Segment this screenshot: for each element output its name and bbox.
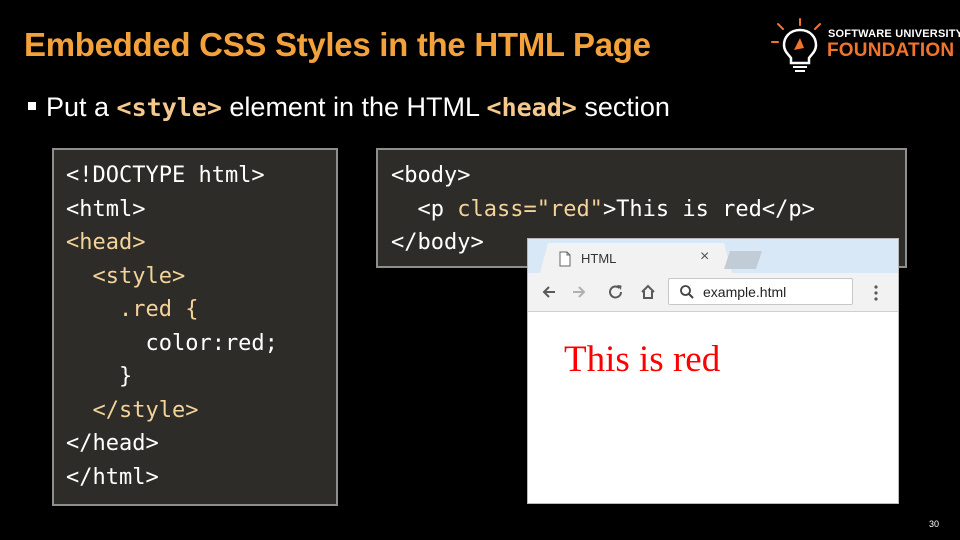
bullet-text-before: Put a <box>46 92 117 122</box>
forward-arrow-icon[interactable] <box>570 283 588 301</box>
code-line: <!DOCTYPE html> <box>66 163 265 188</box>
code-line: <body> <box>391 163 471 188</box>
close-icon[interactable]: × <box>700 248 709 266</box>
code-line: color:red; <box>66 330 278 356</box>
logo-text-bottom: FOUNDATION <box>827 40 955 61</box>
lightbulb-logo-icon <box>771 18 821 72</box>
logo-text-top: SOFTWARE UNIVERSITY <box>828 28 960 40</box>
code-class-attribute: class="red" <box>457 196 603 222</box>
code-line: </style> <box>66 397 199 423</box>
back-arrow-icon[interactable] <box>540 283 558 301</box>
code-segment: >This is red</p> <box>602 196 815 222</box>
code-line: <html> <box>66 196 146 222</box>
browser-toolbar: example.html <box>528 273 898 312</box>
address-text: example.html <box>703 284 787 300</box>
code-line: </html> <box>66 464 159 490</box>
code-segment: <p <box>391 196 458 222</box>
address-bar[interactable]: example.html <box>668 278 853 305</box>
code-line: } <box>66 364 133 389</box>
softuni-foundation-logo: SOFTWARE UNIVERSITY FOUNDATION <box>770 18 960 74</box>
browser-page-content: This is red <box>528 312 898 503</box>
browser-tab[interactable]: HTML × <box>540 243 732 273</box>
bullet-text-middle: element in the HTML <box>221 92 487 122</box>
menu-dots-icon[interactable] <box>873 285 879 301</box>
home-icon[interactable] <box>639 283 657 301</box>
bullet-text-after: section <box>576 92 670 122</box>
slide-page-number: 30 <box>929 519 940 529</box>
search-icon <box>680 285 694 299</box>
new-tab-button[interactable] <box>724 251 762 269</box>
code-line: </head> <box>66 431 159 456</box>
code-line: <head> <box>66 230 146 255</box>
bullet-code-style: <style> <box>116 93 222 122</box>
slide-title: Embedded CSS Styles in the HTML Page <box>24 26 651 63</box>
document-icon <box>559 251 571 267</box>
code-line: <p class="red">This is red</p> <box>391 193 905 227</box>
bullet-code-head: <head> <box>486 93 577 122</box>
rendered-red-text: This is red <box>564 339 721 380</box>
tab-title: HTML <box>581 251 617 266</box>
code-line: .red { <box>66 297 199 322</box>
browser-window-screenshot: HTML × example.html This is red <box>527 238 899 504</box>
code-block-head: <!DOCTYPE html> <html> <head> <style> .r… <box>52 148 338 506</box>
code-line: <style> <box>66 263 186 289</box>
bullet-marker <box>28 101 36 110</box>
bullet-point: Put a <style> element in the HTML <head>… <box>28 92 670 123</box>
browser-tab-bar: HTML × <box>528 239 898 273</box>
reload-icon[interactable] <box>607 283 625 301</box>
